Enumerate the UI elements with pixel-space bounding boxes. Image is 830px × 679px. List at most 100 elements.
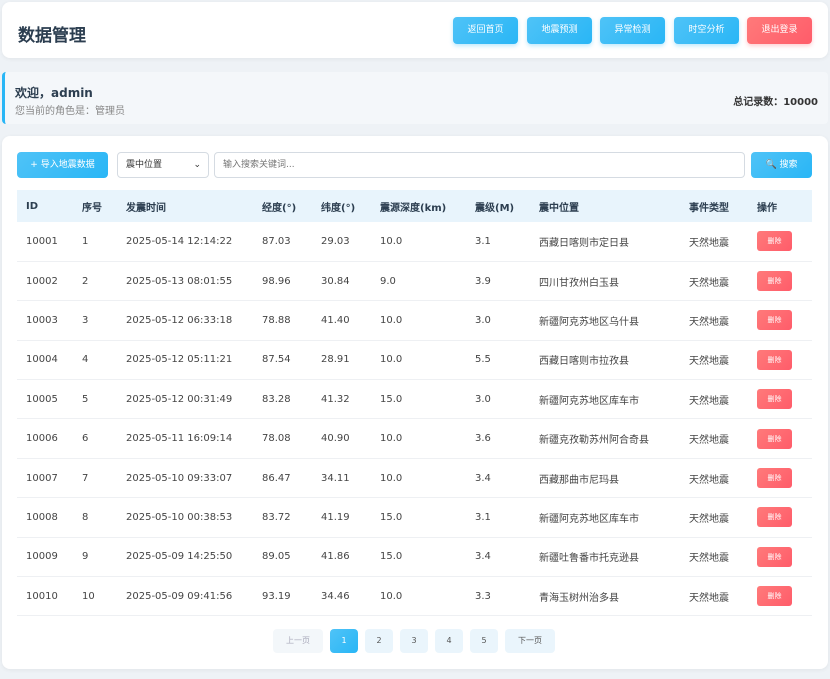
cell-seq: 6 [82,433,89,445]
cell-lon: 98.96 [262,275,291,287]
home-button[interactable]: 返回首页 [453,17,518,44]
cell-mag: 3.4 [475,472,491,484]
cell-mag: 3.0 [475,314,491,326]
prev-page-button[interactable]: 上一页 [273,629,323,653]
cell-seq: 5 [82,393,89,405]
cell-actions: 删除 [748,261,812,300]
cell-lon: 78.08 [262,433,291,445]
user-role: 您当前的角色是：管理员 [15,106,125,117]
delete-button[interactable]: 删除 [757,586,792,607]
delete-button[interactable]: 删除 [757,468,792,489]
cell-lat: 40.90 [321,433,350,445]
header-bar: 数据管理 返回首页 地震预测 异常检测 时空分析 退出登录 [2,2,828,58]
spatiotemporal-button[interactable]: 时空分析 [674,17,739,44]
delete-button[interactable]: 删除 [757,428,792,449]
cell-time: 2025-05-12 06:33:18 [126,314,233,326]
cell-location: 四川甘孜州白玉县 [539,277,619,289]
cell-depth: 15.0 [380,393,403,405]
search-field-select[interactable]: 震中位置 ⌄ [117,152,209,178]
table-row: 10006 6 2025-05-11 16:09:14 78.08 40.90 10.0 3… [17,419,812,459]
delete-button[interactable]: 删除 [757,546,792,567]
cell-actions: 删除 [748,222,812,261]
cell-mag: 3.6 [475,433,491,445]
welcome-greeting: 欢迎，admin [15,86,93,100]
delete-button[interactable]: 删除 [757,231,792,252]
cell-id: 10002 [26,275,58,287]
cell-seq: 4 [82,354,89,366]
cell-depth: 10.0 [380,472,403,484]
cell-type: 天然地震 [689,356,729,368]
cell-seq: 10 [82,590,95,602]
cell-mag: 3.0 [475,393,491,405]
cell-type: 天然地震 [689,237,729,249]
page-5-button[interactable]: 5 [470,629,498,653]
cell-type: 天然地震 [689,592,729,604]
chevron-down-icon: ⌄ [193,160,201,170]
cell-id: 10008 [26,511,58,523]
table-header-row: ID 序号 发震时间 经度(°) 纬度(°) 震源深度(km) 震级(M) 震中… [17,190,812,222]
cell-location: 新疆阿克苏地区库车市 [539,395,639,407]
cell-lat: 41.86 [321,551,350,563]
delete-button[interactable]: 删除 [757,389,792,410]
col-type: 事件类型 [689,202,729,214]
cell-type: 天然地震 [689,316,729,328]
cell-time: 2025-05-12 05:11:21 [126,354,233,366]
search-button[interactable]: 🔍 搜索 [751,152,812,178]
page-1-button[interactable]: 1 [330,629,358,653]
search-input[interactable] [214,152,745,178]
cell-id: 10001 [26,235,58,247]
cell-seq: 9 [82,551,89,563]
cell-lon: 89.05 [262,551,291,563]
prediction-button[interactable]: 地震预测 [527,17,592,44]
delete-button[interactable]: 删除 [757,349,792,370]
cell-lat: 41.19 [321,511,350,523]
cell-actions: 删除 [748,340,812,379]
anomaly-button[interactable]: 异常检测 [600,17,665,44]
cell-lat: 34.46 [321,590,350,602]
import-data-button[interactable]: + 导入地震数据 [17,152,108,178]
cell-id: 10004 [26,354,58,366]
col-depth: 震源深度(km) [380,202,447,214]
table-row: 10003 3 2025-05-12 06:33:18 78.88 41.40 10.0 3… [17,301,812,341]
cell-type: 天然地震 [689,277,729,289]
cell-depth: 10.0 [380,433,403,445]
col-mag: 震级(M) [475,202,515,214]
page-title: 数据管理 [18,26,86,46]
table-row: 10009 9 2025-05-09 14:25:50 89.05 41.86 15.0 3… [17,537,812,577]
cell-seq: 3 [82,314,89,326]
delete-button[interactable]: 删除 [757,310,792,331]
page-2-button[interactable]: 2 [365,629,393,653]
next-page-button[interactable]: 下一页 [505,629,555,653]
cell-mag: 3.4 [475,551,491,563]
cell-seq: 1 [82,235,89,247]
table-row: 10005 5 2025-05-12 00:31:49 83.28 41.32 15.0 3… [17,380,812,419]
delete-button[interactable]: 删除 [757,271,792,292]
cell-lon: 86.47 [262,472,291,484]
total-records: 总记录数：10000 [733,97,818,108]
cell-lat: 29.03 [321,235,350,247]
cell-id: 10003 [26,314,58,326]
logout-button[interactable]: 退出登录 [747,17,812,44]
data-panel: + 导入地震数据 震中位置 ⌄ 🔍 搜索 ID 序号 发震时间 经度(°) 纬度… [2,136,828,669]
col-id: ID [26,200,39,212]
cell-actions: 删除 [748,498,812,537]
page-3-button[interactable]: 3 [400,629,428,653]
col-actions: 操作 [757,202,777,214]
page-4-button[interactable]: 4 [435,629,463,653]
cell-lat: 41.40 [321,314,350,326]
cell-location: 西藏那曲市尼玛县 [539,474,619,486]
col-lon: 经度(°) [262,202,297,214]
cell-lon: 87.54 [262,354,291,366]
table-row: 10008 8 2025-05-10 00:38:53 83.72 41.19 15.0 3… [17,498,812,538]
cell-mag: 3.3 [475,590,491,602]
cell-seq: 8 [82,511,89,523]
col-seq: 序号 [82,202,102,214]
cell-actions: 删除 [748,380,812,419]
delete-button[interactable]: 删除 [757,507,792,528]
cell-lon: 93.19 [262,590,291,602]
earthquake-table: ID 序号 发震时间 经度(°) 纬度(°) 震源深度(km) 震级(M) 震中… [17,190,812,616]
cell-id: 10009 [26,551,58,563]
cell-seq: 7 [82,472,89,484]
cell-lat: 34.11 [321,472,350,484]
table-row: 10002 2 2025-05-13 08:01:55 98.96 30.84 9.0 3.… [17,261,812,301]
